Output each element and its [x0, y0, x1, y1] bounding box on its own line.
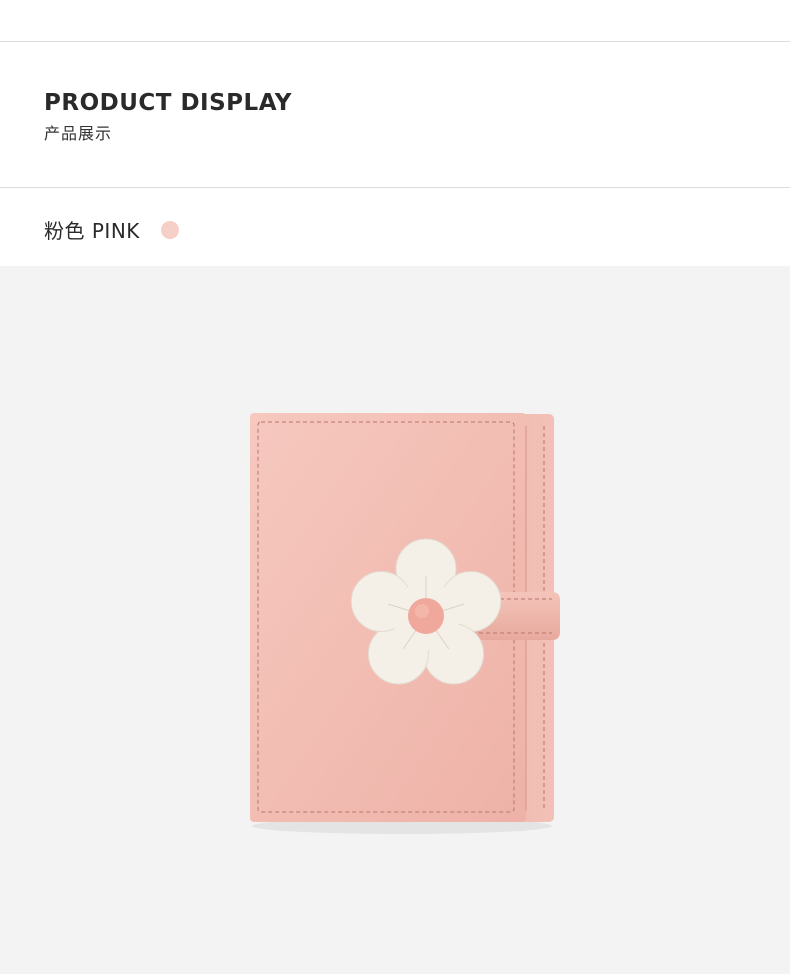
color-swatch — [161, 221, 179, 239]
color-variant-row: 粉色 PINK — [0, 188, 790, 266]
section-header: PRODUCT DISPLAY 产品展示 — [0, 42, 790, 187]
top-spacer — [0, 0, 790, 41]
product-image-area — [0, 266, 790, 974]
section-subtitle: 产品展示 — [44, 124, 113, 143]
wallet-product-image — [250, 413, 560, 834]
color-variant-label: 粉色 PINK — [44, 219, 140, 243]
section-title: PRODUCT DISPLAY — [44, 90, 292, 116]
